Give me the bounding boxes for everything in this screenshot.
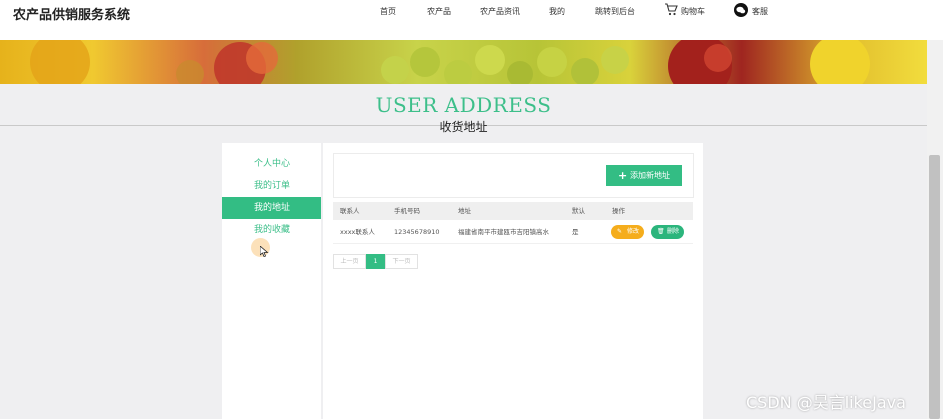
plus-icon: + (618, 169, 628, 182)
nav-products[interactable]: 农产品 (427, 7, 451, 17)
main-nav: 首页 农产品 农产品资讯 我的 跳转到后台 购物车 客服 (0, 3, 943, 25)
th-actions: 操作 (612, 207, 625, 215)
sidebar-item-label: 我的地址 (254, 203, 291, 213)
nav-home[interactable]: 首页 (380, 7, 396, 17)
cart-icon[interactable] (664, 3, 678, 16)
edit-label: 修改 (627, 228, 640, 235)
add-address-label: 添加新地址 (630, 171, 670, 180)
nav-admin[interactable]: 跳转到后台 (595, 7, 635, 17)
prev-page-button[interactable]: 上一页 (333, 254, 366, 269)
csdn-watermark: CSDN @昊言likeJava (746, 393, 906, 412)
cell-default: 是 (572, 228, 579, 236)
nav-mine[interactable]: 我的 (549, 7, 565, 17)
user-sidebar: 个人中心 我的订单 我的地址 我的收藏 (222, 143, 321, 419)
cell-address: 福建省南平市建瓯市吉阳镇高水 (458, 228, 549, 236)
address-toolbar: + 添加新地址 (333, 153, 694, 198)
fruit-banner-image (30, 40, 870, 84)
nav-service[interactable]: 客服 (752, 7, 768, 17)
page-1-button[interactable]: 1 (366, 254, 385, 269)
scrollbar-thumb[interactable] (929, 155, 940, 419)
mouse-cursor-icon (260, 246, 269, 257)
top-navbar: 农产品供销服务系统 首页 农产品 农产品资讯 我的 跳转到后台 购物车 客服 (0, 0, 943, 41)
add-address-button[interactable]: + 添加新地址 (606, 165, 682, 186)
sidebar-item-favorites[interactable]: 我的收藏 (222, 219, 321, 241)
page-title-cn: 收货地址 (439, 120, 488, 134)
th-default: 默认 (572, 207, 585, 215)
edit-address-button[interactable]: ✎ 修改 (611, 225, 644, 239)
table-row: xxxx联系人 12345678910 福建省南平市建瓯市吉阳镇高水 是 ✎ 修… (333, 222, 693, 244)
delete-address-button[interactable]: 🗑 删除 (651, 225, 684, 239)
cell-contact: xxxx联系人 (340, 228, 375, 236)
sidebar-item-label: 我的订单 (254, 181, 291, 191)
sidebar-item-profile[interactable]: 个人中心 (222, 153, 321, 175)
th-phone: 手机号码 (394, 207, 420, 215)
wechat-service-icon[interactable] (734, 3, 748, 17)
delete-label: 删除 (667, 228, 680, 235)
address-table-header: 联系人 手机号码 地址 默认 操作 (333, 202, 693, 220)
fruit-banner (0, 40, 927, 84)
th-address: 地址 (458, 207, 471, 215)
trash-icon: 🗑 (657, 228, 665, 235)
th-contact: 联系人 (340, 207, 360, 215)
nav-cart[interactable]: 购物车 (681, 7, 705, 17)
page-title-en: USER ADDRESS (375, 93, 552, 117)
next-page-button[interactable]: 下一页 (385, 254, 418, 269)
sidebar-item-address[interactable]: 我的地址 (222, 197, 321, 219)
cell-phone: 12345678910 (394, 228, 440, 236)
pencil-icon: ✎ (617, 228, 623, 235)
sidebar-item-orders[interactable]: 我的订单 (222, 175, 321, 197)
nav-news[interactable]: 农产品资讯 (480, 7, 520, 17)
sidebar-item-label: 个人中心 (254, 159, 291, 169)
